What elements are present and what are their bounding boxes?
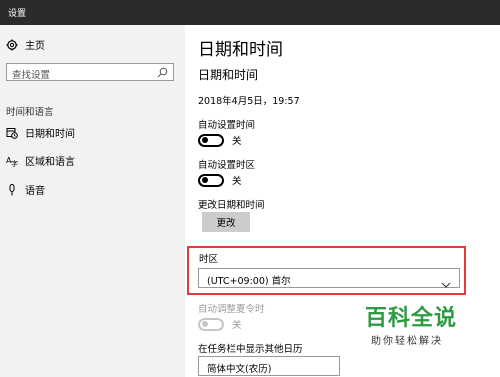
search-input[interactable]: 查找设置 [6, 63, 174, 81]
sidebar: 主页 查找设置 时间和语言 日期和时间 A字 区域和语言 语音 [0, 25, 185, 377]
calendar-label: 在任务栏中显示其他日历 [198, 344, 303, 355]
auto-timezone-label: 自动设置时区 [198, 160, 256, 171]
change-datetime-label: 更改日期和时间 [198, 200, 265, 211]
search-placeholder: 查找设置 [12, 70, 51, 81]
dst-toggle-row: 关 [198, 317, 242, 331]
svg-text:字: 字 [11, 159, 18, 167]
microphone-icon [6, 183, 18, 196]
auto-time-toggle-row: 关 [198, 133, 242, 147]
auto-timezone-toggle-row: 关 [198, 173, 242, 187]
change-button[interactable]: 更改 [202, 212, 250, 232]
toggle-knob [202, 137, 208, 143]
auto-time-label: 自动设置时间 [198, 120, 256, 131]
gear-icon [6, 39, 18, 51]
timezone-value: (UTC+09:00) 首尔 [207, 276, 291, 287]
timezone-label: 时区 [199, 254, 219, 265]
timezone-highlight-box: 时区 (UTC+09:00) 首尔 [187, 246, 466, 295]
search-icon[interactable] [157, 67, 168, 78]
dst-toggle[interactable] [198, 317, 224, 331]
watermark: 百科全说 助你轻松解决 [365, 300, 465, 347]
calendar-clock-icon [6, 127, 18, 139]
dst-label: 自动调整夏令时 [198, 304, 265, 315]
watermark-subtitle: 助你轻松解决 [371, 336, 443, 347]
section-title: 日期和时间 [198, 68, 259, 82]
section-label: 时间和语言 [6, 107, 54, 118]
toggle-knob [202, 177, 208, 183]
auto-time-state: 关 [232, 136, 242, 147]
sidebar-item-home[interactable]: 主页 [6, 37, 45, 52]
calendar-dropdown[interactable]: 简体中文(农历) [198, 356, 340, 376]
sidebar-item-label: 语音 [25, 186, 45, 197]
language-icon: A字 [6, 155, 18, 167]
window-title: 设置 [8, 9, 27, 19]
sidebar-item-date-time[interactable]: 日期和时间 [6, 125, 75, 140]
dst-state: 关 [232, 320, 242, 331]
title-bar: 设置 [0, 0, 500, 25]
auto-time-toggle[interactable] [198, 133, 224, 147]
sidebar-item-label: 日期和时间 [25, 129, 75, 140]
calendar-value: 简体中文(农历) [207, 364, 272, 375]
current-datetime: 2018年4月5日，19:57 [198, 96, 300, 107]
sidebar-item-label: 区域和语言 [25, 157, 75, 168]
chevron-down-icon [441, 274, 451, 288]
sidebar-item-region-language[interactable]: A字 区域和语言 [6, 153, 75, 169]
auto-timezone-state: 关 [232, 176, 242, 187]
auto-timezone-toggle[interactable] [198, 173, 224, 187]
timezone-dropdown[interactable]: (UTC+09:00) 首尔 [198, 268, 460, 288]
sidebar-item-label: 主页 [25, 41, 45, 52]
toggle-knob [202, 321, 208, 327]
sidebar-item-speech[interactable]: 语音 [6, 182, 45, 197]
watermark-title: 百科全说 [365, 306, 458, 331]
page-title: 日期和时间 [198, 40, 283, 60]
